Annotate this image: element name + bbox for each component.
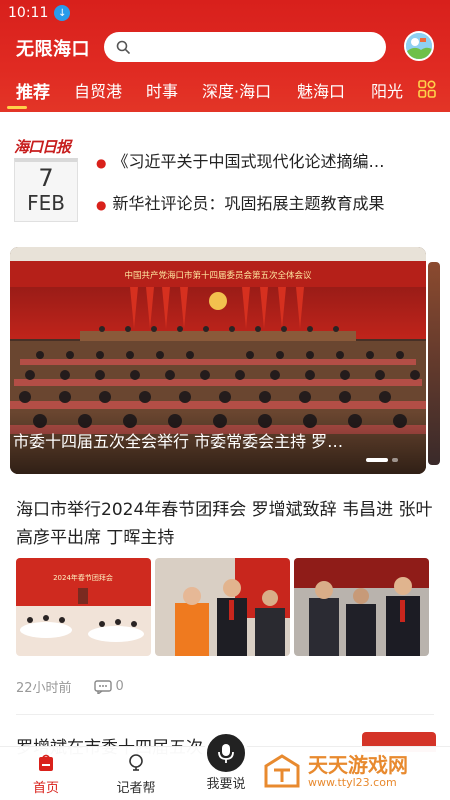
tab-recommend[interactable]: 推荐 [16, 78, 50, 103]
channel-grid-icon[interactable] [418, 80, 436, 98]
comment-count: 0 [115, 679, 124, 694]
tab-sunshine[interactable]: 阳光 [371, 78, 403, 102]
publish-time: 22小时前 [16, 681, 72, 696]
news-headline[interactable]: 海口市举行2024年春节团拜会 罗增斌致辞 韦昌进 张叶高彦平出席 丁晖主持 [16, 496, 436, 552]
haikou-daily-logo: 海口日报 [14, 138, 71, 156]
bullet-dot: ● [96, 155, 107, 170]
site-watermark: 天天游戏网 www.ttyl23.com [262, 748, 438, 796]
section-divider [16, 714, 434, 715]
news-thumbnails: 2024年春节团拜会 [16, 558, 429, 656]
daily-headline[interactable]: ● 《习近平关于中国式现代化论述摘编… [96, 148, 436, 172]
nav-home[interactable]: 首页 [16, 753, 76, 796]
bullet-dot: ● [96, 197, 107, 212]
calendar-badge: 7 FEB [14, 158, 78, 222]
search-icon [116, 40, 130, 54]
banner-text: 中国共产党海口市第十四届委员会第五次全体会议 [124, 270, 312, 281]
news-thumbnail[interactable] [155, 558, 290, 656]
news-thumbnail[interactable] [294, 558, 429, 656]
nav-reporter-help[interactable]: 记者帮 [106, 753, 166, 796]
daily-paper-section[interactable]: 海口日报 7 FEB ● 《习近平关于中国式现代化论述摘编… ● 新华社评论员：巩固… [0, 128, 450, 228]
status-bar: 10:11 ↓ [8, 2, 71, 24]
channel-tabs: 推荐 自贸港 时事 深度·海口 魅海口 阳光 [0, 78, 450, 109]
watermark-url: www.ttyl23.com [308, 776, 397, 789]
nav-speak-up-label: 我要说 [206, 777, 246, 792]
news-meta: 22小时前 0 [16, 677, 124, 696]
home-icon [39, 754, 53, 771]
tab-free-trade-port[interactable]: 自贸港 [74, 78, 122, 102]
nav-home-label: 首页 [32, 781, 59, 796]
daily-headline[interactable]: ● 新华社评论员：巩固拓展主题教育成果 [96, 190, 436, 214]
tab-current-affairs[interactable]: 时事 [146, 78, 178, 102]
search-input[interactable] [138, 39, 368, 55]
daily-headline-text: 新华社评论员：巩固拓展主题教育成果 [112, 194, 385, 213]
microphone-button[interactable] [204, 731, 248, 775]
thumbnail-image: 2024年春节团拜会 [16, 558, 151, 656]
next-slide-peek[interactable] [428, 262, 440, 465]
search-bar[interactable] [104, 32, 386, 62]
watermark-name: 天天游戏网 [308, 753, 408, 777]
lightbulb-icon [129, 754, 143, 771]
microphone-icon [218, 744, 234, 763]
nav-reporter-help-label: 记者帮 [116, 781, 156, 796]
user-avatar[interactable] [404, 31, 434, 61]
thumbnail-banner: 2024年春节团拜会 [53, 573, 113, 582]
thumbnail-image [155, 558, 290, 656]
daily-headline-text: 《习近平关于中国式现代化论述摘编… [112, 152, 385, 171]
carousel-dots [366, 458, 398, 462]
tab-in-depth-haikou[interactable]: 深度·海口 [202, 78, 271, 102]
carousel-dot[interactable] [392, 458, 398, 462]
download-icon: ↓ [54, 5, 71, 21]
active-tab-indicator [7, 106, 27, 109]
nav-speak-up[interactable]: 我要说 [196, 773, 256, 792]
app-brand: 无限海口 [16, 39, 90, 60]
thumbnail-image [294, 558, 429, 656]
watermark-text: 天天游戏网 www.ttyl23.com [308, 754, 408, 790]
carousel-caption[interactable]: 市委十四届五次全会举行 市委常委会主持 罗… [13, 428, 408, 452]
calendar-month: FEB [27, 191, 65, 215]
status-time: 10:11 [8, 5, 49, 21]
comment-icon[interactable] [93, 679, 112, 694]
calendar-day: 7 [38, 164, 54, 192]
tab-charm-haikou[interactable]: 魅海口 [297, 78, 345, 102]
watermark-logo [264, 754, 300, 788]
carousel-dot-active[interactable] [366, 458, 388, 462]
avatar-image [406, 33, 432, 59]
app-header: 10:11 ↓ 无限海口 推荐 自贸港 时事 深度·海口 魅海口 阳光 [0, 0, 450, 112]
news-thumbnail[interactable]: 2024年春节团拜会 [16, 558, 151, 656]
